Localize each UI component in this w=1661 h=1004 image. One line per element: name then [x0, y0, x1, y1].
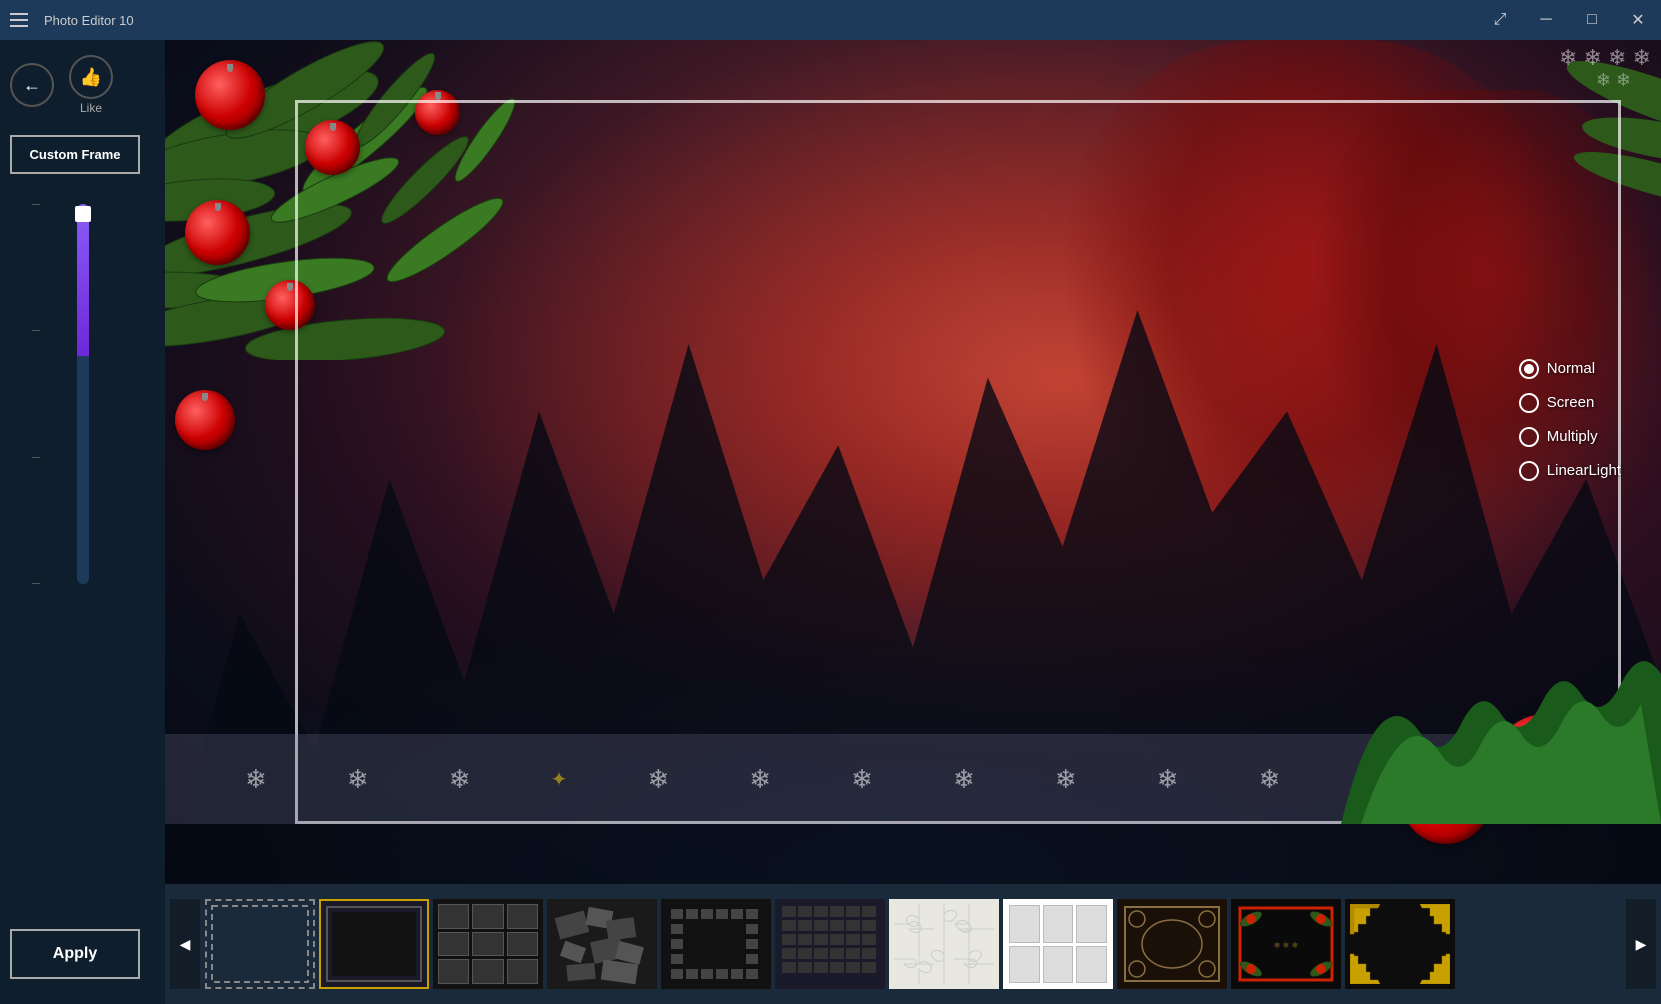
snowflake-dec: ❄	[347, 764, 369, 795]
frame-corner-svg	[1350, 904, 1450, 984]
frame-thumb-5[interactable]	[661, 899, 771, 989]
scroll-left-icon: ◀	[180, 936, 191, 953]
custom-frame-button[interactable]: Custom Frame	[10, 135, 140, 174]
snowflake-dec: ❄	[245, 764, 267, 795]
frame-christmas-svg: ❄ ❄ ❄	[1236, 904, 1336, 984]
frame-dots-svg	[666, 904, 766, 984]
ornament-1	[195, 60, 265, 130]
blend-label-screen: Screen	[1547, 394, 1595, 411]
frame-ornate-svg	[1122, 904, 1222, 984]
frames-scroll: ❄ ❄ ❄	[200, 884, 1626, 1004]
app-body: ← 👍 Like Custom Frame Apply	[0, 40, 1661, 1004]
close-button[interactable]: ✕	[1615, 0, 1661, 40]
blend-mode-options: Normal Screen Multiply LinearLight	[1519, 359, 1621, 481]
sidebar-top: ← 👍 Like	[10, 55, 155, 115]
opacity-slider[interactable]	[77, 204, 89, 584]
radio-multiply[interactable]	[1519, 427, 1539, 447]
blend-option-multiply[interactable]: Multiply	[1519, 427, 1621, 447]
scroll-left-button[interactable]: ◀	[170, 899, 200, 989]
frame-thumb-8[interactable]	[1003, 899, 1113, 989]
blend-label-multiply: Multiply	[1547, 428, 1598, 445]
ornament-5	[175, 390, 235, 450]
ornament-6	[415, 90, 460, 135]
frame-thumb-2-svg	[324, 904, 424, 984]
ornament-3	[185, 200, 250, 265]
snowflake-dec: ❄	[953, 764, 975, 795]
sidebar: ← 👍 Like Custom Frame Apply	[0, 40, 165, 1004]
frame-thumb-2[interactable]	[319, 899, 429, 989]
frame-thumb-9[interactable]	[1117, 899, 1227, 989]
snowflake-dec: ❄	[449, 764, 471, 795]
corner-snowflakes-tr: ❄ ❄ ❄ ❄	[1559, 45, 1651, 71]
restore-button[interactable]: ⤢	[1477, 0, 1523, 40]
minimize-button[interactable]: ─	[1523, 0, 1569, 40]
frame-thumb-1[interactable]	[205, 899, 315, 989]
app-title: Photo Editor 10	[44, 13, 134, 28]
snowflake-dec: ❄	[1055, 764, 1077, 795]
back-button[interactable]: ←	[10, 63, 54, 107]
blend-option-screen[interactable]: Screen	[1519, 393, 1621, 413]
window-controls: ⤢ ─ □ ✕	[1477, 0, 1661, 40]
frame-thumb-1-svg	[210, 904, 310, 984]
frame-thumb-4[interactable]	[547, 899, 657, 989]
scroll-right-button[interactable]: ▶	[1626, 899, 1656, 989]
image-canvas: ❄ ❄ ❄ ✦ ❄ ❄ ❄ ❄ ❄ ❄ ❄ ✦ ❄ ❄	[165, 40, 1661, 884]
frame-thumb-3[interactable]	[433, 899, 543, 989]
maximize-button[interactable]: □	[1569, 0, 1615, 40]
grass-area-svg	[1341, 644, 1661, 824]
title-bar: Photo Editor 10 ⤢ ─ □ ✕	[0, 0, 1661, 40]
back-icon: ←	[23, 75, 41, 96]
frame-puzzle-svg	[894, 904, 994, 984]
snowflake-dec: ❄	[1259, 764, 1281, 795]
snowflake-dec: ❄	[647, 764, 669, 795]
frame-thumb-11[interactable]	[1345, 899, 1455, 989]
christmas-scene: ❄ ❄ ❄ ✦ ❄ ❄ ❄ ❄ ❄ ❄ ❄ ✦ ❄ ❄	[165, 40, 1661, 884]
ornament-4	[265, 280, 315, 330]
blend-label-linearlight: LinearLight	[1547, 462, 1621, 479]
corner-snowflakes-tr2: ❄ ❄	[1596, 70, 1631, 91]
opacity-slider-container	[10, 194, 155, 909]
radio-screen[interactable]	[1519, 393, 1539, 413]
frame-thumb-6[interactable]	[775, 899, 885, 989]
frame-scatter-svg	[552, 904, 652, 984]
blend-option-normal[interactable]: Normal	[1519, 359, 1621, 379]
like-label: Like	[80, 101, 102, 115]
apply-button[interactable]: Apply	[10, 929, 140, 979]
ornament-2	[305, 120, 360, 175]
slider-ticks	[32, 204, 40, 584]
radio-normal[interactable]	[1519, 359, 1539, 379]
blend-label-normal: Normal	[1547, 360, 1595, 377]
menu-icon[interactable]	[10, 8, 34, 32]
star-dec: ✦	[551, 767, 568, 792]
slider-thumb[interactable]	[75, 206, 91, 222]
scroll-right-icon: ▶	[1636, 936, 1647, 953]
like-icon: 👍	[69, 55, 113, 99]
frame-thumb-10[interactable]: ❄ ❄ ❄	[1231, 899, 1341, 989]
like-button[interactable]: 👍 Like	[69, 55, 113, 115]
frame-dotgrid-svg	[780, 904, 880, 984]
frames-strip: ◀	[165, 884, 1661, 1004]
frame-thumb-7[interactable]	[889, 899, 999, 989]
svg-text:❄ ❄ ❄: ❄ ❄ ❄	[1274, 941, 1299, 950]
snowflake-dec: ❄	[851, 764, 873, 795]
main-content: ❄ ❄ ❄ ✦ ❄ ❄ ❄ ❄ ❄ ❄ ❄ ✦ ❄ ❄	[165, 40, 1661, 1004]
radio-linearlight[interactable]	[1519, 461, 1539, 481]
blend-option-linearlight[interactable]: LinearLight	[1519, 461, 1621, 481]
snowflake-dec: ❄	[749, 764, 771, 795]
snowflake-dec: ❄	[1157, 764, 1179, 795]
